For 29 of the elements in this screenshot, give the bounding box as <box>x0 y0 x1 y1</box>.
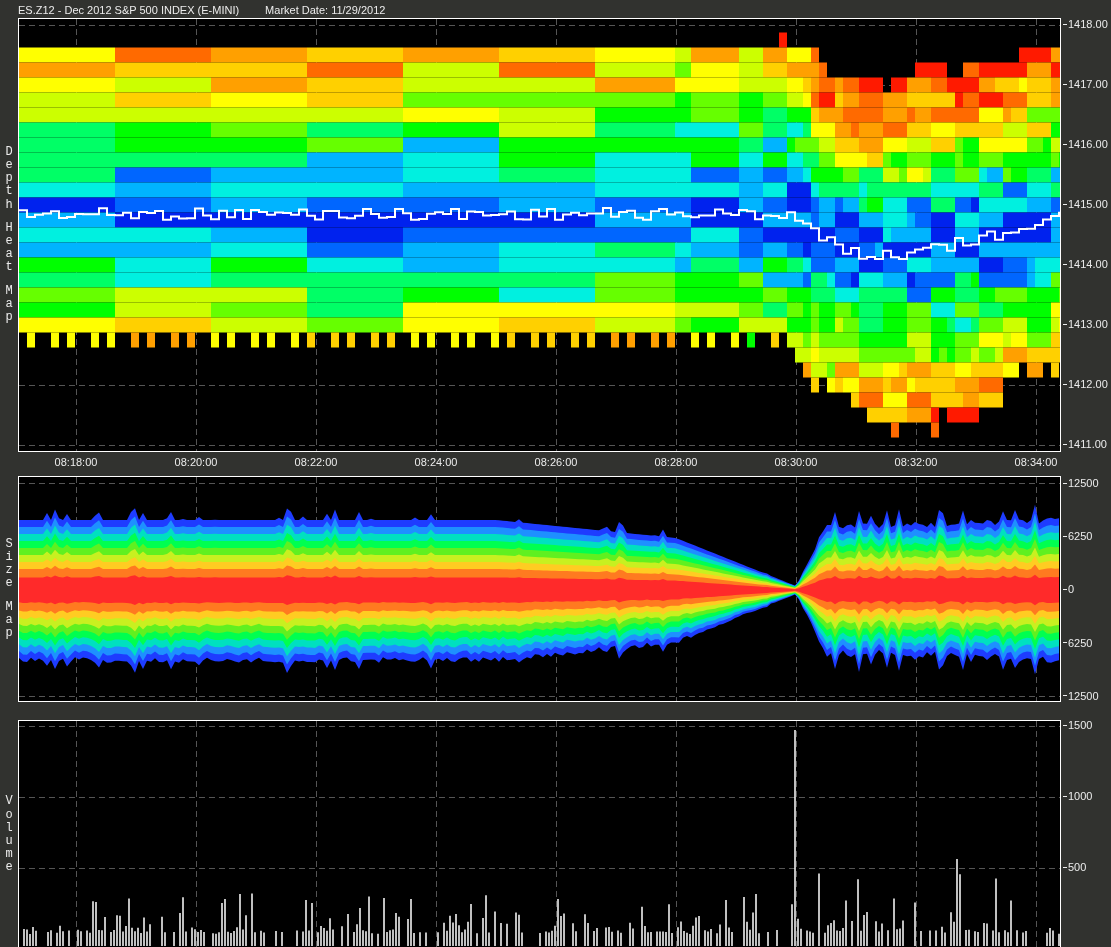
time-tick-label: 08:30:00 <box>774 456 818 468</box>
axis-title: Size <box>5 537 13 591</box>
price-tick-label: 1413.00 <box>1063 317 1108 331</box>
volume-tick-label: 1000 <box>1063 789 1093 803</box>
price-tick-label: 1417.00 <box>1063 77 1108 91</box>
time-tick-label: 08:28:00 <box>654 456 698 468</box>
axis-title: Volume <box>5 795 13 875</box>
time-tick-label: 08:20:00 <box>174 456 218 468</box>
time-tick-label: 08:24:00 <box>414 456 458 468</box>
volume-tick-label: 1500 <box>1063 718 1093 732</box>
price-tick-label: 1411.00 <box>1063 437 1107 451</box>
axis-title: Heat <box>5 221 13 275</box>
price-tick-label: 1412.00 <box>1063 377 1108 391</box>
price-tick-label: 1416.00 <box>1063 137 1108 151</box>
market-date: Market Date: 11/29/2012 <box>265 3 386 16</box>
axis-title: Depth <box>5 145 13 212</box>
volume-tick-label: 500 <box>1063 860 1087 874</box>
size-tick-label: 12500 <box>1063 476 1099 490</box>
axis-title: Map <box>5 284 13 325</box>
axis-title: Map <box>5 600 13 641</box>
time-tick-label: 08:32:00 <box>894 456 938 468</box>
time-tick-label: 08:22:00 <box>294 456 338 468</box>
time-tick-label: 08:34:00 <box>1014 456 1058 468</box>
price-tick-label: 1418.00 <box>1063 17 1108 31</box>
price-tick-label: 1414.00 <box>1063 257 1108 271</box>
price-tick-label: 1415.00 <box>1063 197 1108 211</box>
time-tick-label: 08:18:00 <box>54 456 98 468</box>
time-tick-label: 08:26:00 <box>534 456 578 468</box>
chart-title: ES.Z12 - Dec 2012 S&P 500 INDEX (E-MINI) <box>18 3 240 16</box>
